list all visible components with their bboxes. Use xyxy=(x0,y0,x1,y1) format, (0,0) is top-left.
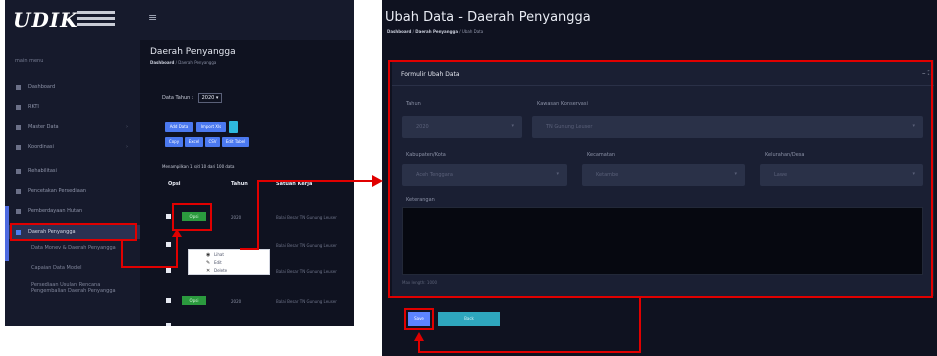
pencil-icon: ✎ xyxy=(206,260,211,266)
breadcrumb-home[interactable]: Dashboard xyxy=(150,60,174,65)
sidebar-subitem-capaian[interactable]: Capaian Data Model xyxy=(31,265,136,271)
row-checkbox[interactable] xyxy=(166,268,171,273)
copy-button[interactable]: Copy xyxy=(165,137,183,147)
year-select[interactable]: 2020 ▾ xyxy=(197,93,223,103)
page-title: Daerah Penyangga xyxy=(150,47,236,57)
list-content: Daerah Penyangga Dashboard / Daerah Peny… xyxy=(140,40,354,326)
edit-table-button[interactable]: Edit Tabel xyxy=(222,137,249,147)
breadcrumb-parent[interactable]: Daerah Penyangga xyxy=(415,29,458,34)
breadcrumb-current: Ubah Data xyxy=(461,29,484,34)
sidebar: main menu Dashboard RKTI Master Data › Ko… xyxy=(5,40,140,326)
pemberdayaan-icon xyxy=(16,209,21,214)
highlight-form-card xyxy=(388,60,933,298)
menu-item-lihat[interactable]: ◉ Lihat xyxy=(189,251,269,259)
sidebar-heading: main menu xyxy=(15,58,44,64)
eye-icon: ◉ xyxy=(206,252,211,258)
sidebar-item-dashboard[interactable]: Dashboard xyxy=(5,80,140,94)
breadcrumb: Dashboard / Daerah Penyangga xyxy=(150,60,217,65)
sidebar-subitem-data-monev[interactable]: Data Monev & Daerah Penyangga xyxy=(31,245,136,251)
breadcrumb-home[interactable]: Dashboard xyxy=(387,29,411,34)
year-filter: Data Tahun :2020 ▾ xyxy=(162,93,223,103)
row-checkbox[interactable] xyxy=(166,214,171,219)
master-data-icon xyxy=(16,125,21,130)
topbar: UDIK ≡ xyxy=(5,0,354,40)
edit-breadcrumb: Dashboard / Daerah Penyangga / Ubah Data xyxy=(387,29,484,34)
csv-button[interactable]: CSV xyxy=(205,137,220,147)
row-checkbox[interactable] xyxy=(166,323,171,326)
list-view-panel: UDIK ≡ main menu Dashboard RKTI Master D… xyxy=(5,0,354,326)
sidebar-item-pemberdayaan[interactable]: Pemberdayaan Hutan xyxy=(5,204,140,218)
highlight-row-action-button xyxy=(172,203,212,231)
back-button[interactable]: Back xyxy=(438,312,500,326)
import-button[interactable]: Import Xls xyxy=(196,122,226,132)
column-header-satuan-kerja: Satuan Kerja xyxy=(276,181,313,187)
row-year: 2020 xyxy=(231,215,242,220)
add-data-button[interactable]: Add Data xyxy=(165,122,193,132)
row-satuan-kerja: Balai Besar TN Gunung Leuser xyxy=(276,299,337,304)
dashboard-icon xyxy=(16,85,21,90)
sidebar-item-koordinasi[interactable]: Koordinasi › xyxy=(5,140,140,154)
sidebar-item-rehabilitasi[interactable]: Rehabilitasi xyxy=(5,164,140,178)
koordinasi-icon xyxy=(16,145,21,150)
sidebar-active-strip xyxy=(5,206,9,261)
breadcrumb-current: Daerah Penyangga xyxy=(178,60,217,65)
row-action-button[interactable]: Opsi xyxy=(182,296,206,305)
menu-item-delete[interactable]: ✕ Delete xyxy=(189,267,269,275)
row-checkbox[interactable] xyxy=(166,298,171,303)
showing-text: Menampilkan 1 s/d 10 dari 100 data xyxy=(162,164,235,169)
row-satuan-kerja: Balai Besar TN Gunung Leuser xyxy=(276,215,337,220)
highlight-sidebar-daerah-penyangga xyxy=(10,223,137,241)
column-header-opsi: Opsi xyxy=(168,181,181,187)
column-header-tahun: Tahun xyxy=(231,181,248,187)
row-year: 2020 xyxy=(231,299,242,304)
file-icon[interactable] xyxy=(229,121,238,133)
rkti-icon xyxy=(16,105,21,110)
sidebar-item-pencetakan[interactable]: Pencetakan Persediaan xyxy=(5,184,140,198)
excel-button[interactable]: Excel xyxy=(185,137,203,147)
row-action-dropdown: ◉ Lihat ✎ Edit ✕ Delete xyxy=(188,249,270,275)
highlight-save-button xyxy=(404,308,434,330)
year-filter-label: Data Tahun : xyxy=(162,95,194,101)
rehabilitasi-icon xyxy=(16,169,21,174)
edit-page-title: Ubah Data - Daerah Penyangga xyxy=(385,10,591,25)
row-satuan-kerja: Balai Besar TN Gunung Leuser xyxy=(276,269,337,274)
logo-subtitle xyxy=(77,11,115,29)
sidebar-subitem-persediaan[interactable]: Persediaan Usulan Rencana Pengembalian D… xyxy=(31,282,136,294)
menu-item-edit[interactable]: ✎ Edit xyxy=(189,259,269,267)
row-checkbox[interactable] xyxy=(166,242,171,247)
row-satuan-kerja: Balai Besar TN Gunung Leuser xyxy=(276,243,337,248)
chevron-icon: › xyxy=(126,144,128,150)
sidebar-item-rkti[interactable]: RKTI xyxy=(5,100,140,114)
sidebar-item-master-data[interactable]: Master Data › xyxy=(5,120,140,134)
screenshot: UDIK ≡ main menu Dashboard RKTI Master D… xyxy=(0,0,937,356)
hamburger-icon[interactable]: ≡ xyxy=(148,11,157,24)
logo: UDIK xyxy=(13,8,79,32)
trash-icon: ✕ xyxy=(206,268,211,274)
pencetakan-icon xyxy=(16,189,21,194)
chevron-icon: › xyxy=(126,124,128,130)
